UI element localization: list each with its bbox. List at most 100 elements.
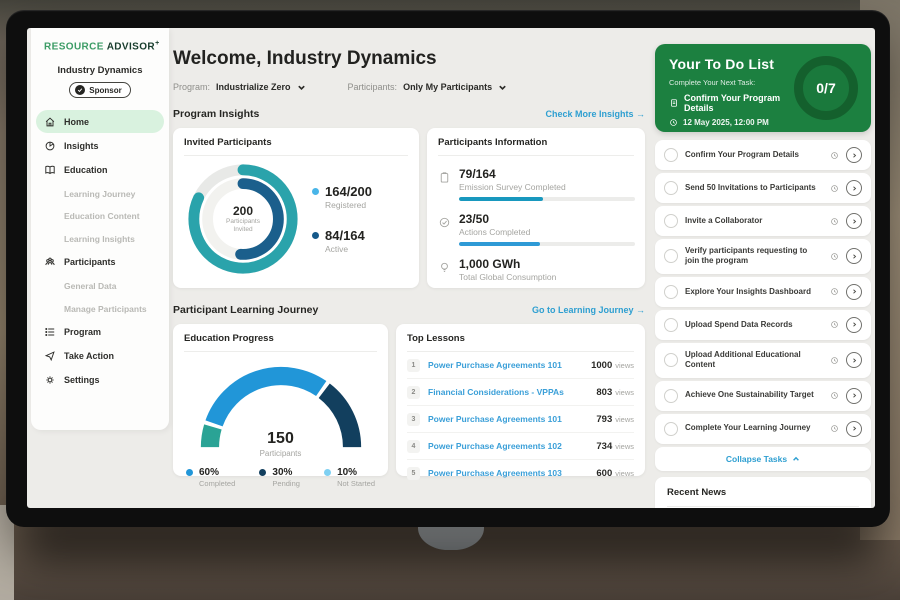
- sidebar-item-insights[interactable]: Insights: [36, 134, 164, 157]
- sidebar-item-settings[interactable]: Settings: [36, 369, 164, 392]
- program-filter-value[interactable]: Industrialize Zero: [216, 82, 291, 92]
- task-row-upload-educational-content[interactable]: Upload Additional Educational Content: [655, 343, 871, 378]
- sponsor-badge-label: Sponsor: [89, 86, 121, 95]
- chevron-down-icon[interactable]: [498, 83, 507, 92]
- lesson-row: 2 Financial Considerations - VPPAs 803 v…: [407, 379, 634, 406]
- task-open-button[interactable]: [846, 352, 862, 368]
- check-more-insights-link[interactable]: Check More Insights →: [545, 109, 645, 119]
- participants-filter-value[interactable]: Only My Participants: [403, 82, 492, 92]
- collapse-tasks-button[interactable]: Collapse Tasks: [655, 447, 871, 471]
- task-open-button[interactable]: [846, 248, 862, 264]
- document-icon: [669, 98, 679, 108]
- learning-journey-header: Participant Learning Journey Go to Learn…: [173, 304, 645, 316]
- task-open-button[interactable]: [846, 147, 862, 163]
- program-filter-label: Program:: [173, 82, 210, 92]
- total-consumption-stat: 1,000 GWh Total Global Consumption: [438, 257, 634, 282]
- todo-progress-ring: 0/7: [794, 56, 858, 120]
- lesson-link[interactable]: Power Purchase Agreements 101: [428, 360, 591, 370]
- recent-news-card: Recent News: [655, 477, 871, 508]
- not-started-legend-item: 10% Not Started: [324, 467, 375, 488]
- completed-legend-item: 60% Completed: [186, 467, 235, 488]
- lesson-rank: 5: [407, 467, 420, 480]
- sidebar-item-learning-journey[interactable]: Learning Journey: [36, 182, 164, 205]
- lesson-link[interactable]: Financial Considerations - VPPAs: [428, 387, 596, 397]
- task-checkbox[interactable]: [664, 285, 678, 299]
- lesson-link[interactable]: Power Purchase Agreements 101: [428, 414, 596, 424]
- sidebar: RESOURCE ADVISOR+ Industry Dynamics Spon…: [31, 28, 169, 430]
- task-checkbox[interactable]: [664, 249, 678, 263]
- sponsor-badge[interactable]: Sponsor: [69, 82, 130, 98]
- lesson-row: 4 Power Purchase Agreements 102 734 view…: [407, 433, 634, 460]
- insights-cards-row: Invited Participants 200: [173, 128, 645, 288]
- sidebar-item-education-content[interactable]: Education Content: [36, 205, 164, 228]
- task-row-explore-insights[interactable]: Explore Your Insights Dashboard: [655, 277, 871, 307]
- participants-information-card: Participants Information 79/164 Emission…: [427, 128, 645, 288]
- check-circle-icon: [438, 216, 451, 229]
- sidebar-item-program[interactable]: Program: [36, 321, 164, 344]
- chevron-up-icon: [792, 455, 800, 463]
- task-row-confirm-program[interactable]: Confirm Your Program Details: [655, 140, 871, 170]
- education-gauge-chart: 150 Participants: [189, 356, 373, 458]
- sidebar-item-education[interactable]: Education: [36, 158, 164, 181]
- task-checkbox[interactable]: [664, 318, 678, 332]
- task-row-send-invitations[interactable]: Send 50 Invitations to Participants: [655, 173, 871, 203]
- participants-filter-label: Participants:: [348, 82, 398, 92]
- task-checkbox[interactable]: [664, 422, 678, 436]
- people-icon: [44, 256, 56, 268]
- pointer-icon: [44, 350, 56, 362]
- task-checkbox[interactable]: [664, 214, 678, 228]
- clock-icon: [830, 217, 839, 226]
- todo-summary-card: Your To Do List Complete Your Next Task:…: [655, 44, 871, 132]
- task-checkbox[interactable]: [664, 389, 678, 403]
- invited-legend: 164/200 Registered 84/164 Active: [312, 184, 372, 254]
- lesson-row: 5 Power Purchase Agreements 103 600 view…: [407, 460, 634, 486]
- lesson-link[interactable]: Power Purchase Agreements 103: [428, 468, 596, 478]
- lesson-link[interactable]: Power Purchase Agreements 102: [428, 441, 596, 451]
- clock-icon: [830, 184, 839, 193]
- todo-task-list: Confirm Your Program Details Send 50 Inv…: [655, 140, 871, 471]
- emission-survey-progress-bar: [459, 197, 635, 201]
- program-insights-header: Program Insights Check More Insights →: [173, 108, 645, 120]
- chevron-down-icon[interactable]: [297, 83, 306, 92]
- actions-completed-progress-bar: [459, 242, 635, 246]
- clock-icon: [830, 252, 839, 261]
- organization-name: Industry Dynamics: [31, 65, 169, 76]
- sidebar-item-home[interactable]: Home: [36, 110, 164, 133]
- task-row-achieve-sustainability-target[interactable]: Achieve One Sustainability Target: [655, 381, 871, 411]
- education-legend: 60% Completed 30% Pending 10%: [184, 467, 377, 488]
- task-open-button[interactable]: [846, 213, 862, 229]
- sidebar-item-take-action[interactable]: Take Action: [36, 345, 164, 368]
- monitor-bezel: RESOURCE ADVISOR+ Industry Dynamics Spon…: [6, 10, 890, 527]
- task-row-invite-collaborator[interactable]: Invite a Collaborator: [655, 206, 871, 236]
- active-legend-item: 84/164 Active: [312, 228, 372, 254]
- sidebar-item-general-data[interactable]: General Data: [36, 275, 164, 298]
- task-checkbox[interactable]: [664, 353, 678, 367]
- page-title: Welcome, Industry Dynamics: [173, 48, 645, 70]
- arrow-right-icon: →: [636, 305, 645, 315]
- task-open-button[interactable]: [846, 180, 862, 196]
- gear-icon: [44, 374, 56, 386]
- task-open-button[interactable]: [846, 284, 862, 300]
- invited-donut-chart: 200 Participants Invited: [184, 160, 302, 278]
- task-checkbox[interactable]: [664, 148, 678, 162]
- clock-icon: [830, 320, 839, 329]
- active-dot-icon: [312, 232, 319, 239]
- sidebar-item-manage-participants[interactable]: Manage Participants: [36, 297, 164, 320]
- task-row-verify-participants[interactable]: Verify participants requesting to join t…: [655, 239, 871, 274]
- task-open-button[interactable]: [846, 388, 862, 404]
- education-progress-card: Education Progress 150 Participants: [173, 324, 388, 476]
- lightbulb-icon: [438, 261, 451, 274]
- lesson-row: 3 Power Purchase Agreements 101 793 view…: [407, 406, 634, 433]
- program-insights-heading: Program Insights: [173, 108, 259, 120]
- sidebar-item-participants[interactable]: Participants: [36, 251, 164, 274]
- sidebar-item-learning-insights[interactable]: Learning Insights: [36, 227, 164, 250]
- task-open-button[interactable]: [846, 317, 862, 333]
- registered-legend-item: 164/200 Registered: [312, 184, 372, 210]
- go-to-learning-journey-link[interactable]: Go to Learning Journey →: [532, 305, 645, 315]
- education-progress-title: Education Progress: [184, 333, 377, 352]
- task-checkbox[interactable]: [664, 181, 678, 195]
- task-open-button[interactable]: [846, 421, 862, 437]
- task-row-upload-spend-data[interactable]: Upload Spend Data Records: [655, 310, 871, 340]
- invited-participants-title: Invited Participants: [184, 137, 408, 156]
- task-row-complete-learning-journey[interactable]: Complete Your Learning Journey: [655, 414, 871, 444]
